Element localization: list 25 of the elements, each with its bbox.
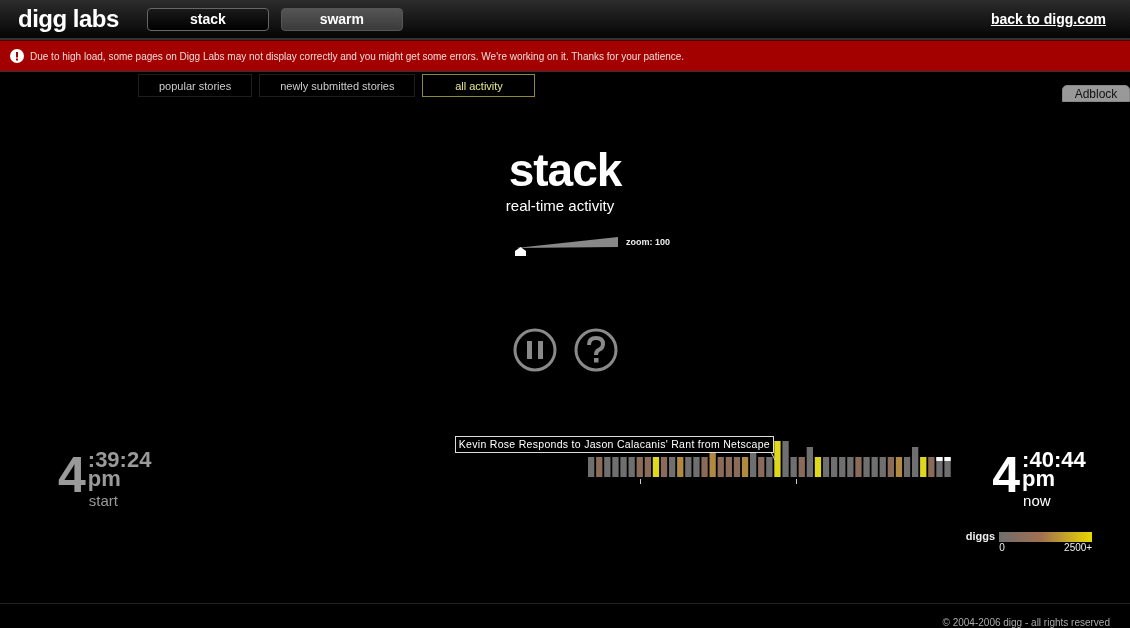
adblock-tab[interactable]: Adblock (1062, 85, 1130, 102)
logo[interactable]: digg labs (18, 5, 119, 33)
zoom-slider[interactable] (512, 236, 620, 256)
help-button[interactable] (573, 328, 618, 372)
pause-button[interactable] (512, 328, 557, 372)
page-subtitle: real-time activity (505, 197, 615, 214)
time-caption: start (88, 492, 119, 510)
page-title: stack (508, 147, 622, 193)
filter-tab[interactable]: newly submitted stories (259, 74, 416, 97)
filter-tab[interactable]: popular stories (138, 74, 253, 97)
warning-icon (10, 49, 24, 63)
legend-max: 2500+ (1064, 542, 1093, 553)
time-hour: 4 (58, 452, 86, 498)
filter-tab[interactable]: all activity (422, 74, 536, 97)
legend-title: diggs (965, 530, 996, 542)
alert-message: Due to high load, some pages on Digg Labs may not display correctly and you might get some errors. We're working on it. Thanks for your patience. (30, 50, 685, 62)
copyright-text: © 2004-2006 digg - all rights reserved (942, 617, 1110, 628)
time-caption: now (1023, 492, 1052, 510)
legend-min: 0 (999, 542, 1005, 553)
nav-tab[interactable]: swarm (280, 7, 403, 31)
nav-tab[interactable]: stack (146, 7, 269, 31)
back-link[interactable]: back to digg.com (990, 11, 1106, 27)
time-hour: 4 (992, 452, 1021, 498)
story-tooltip: Kevin Rose Responds to Jason Calacanis' Rant from Netscape (454, 436, 774, 453)
zoom-label: zoom: 100 (626, 237, 670, 247)
